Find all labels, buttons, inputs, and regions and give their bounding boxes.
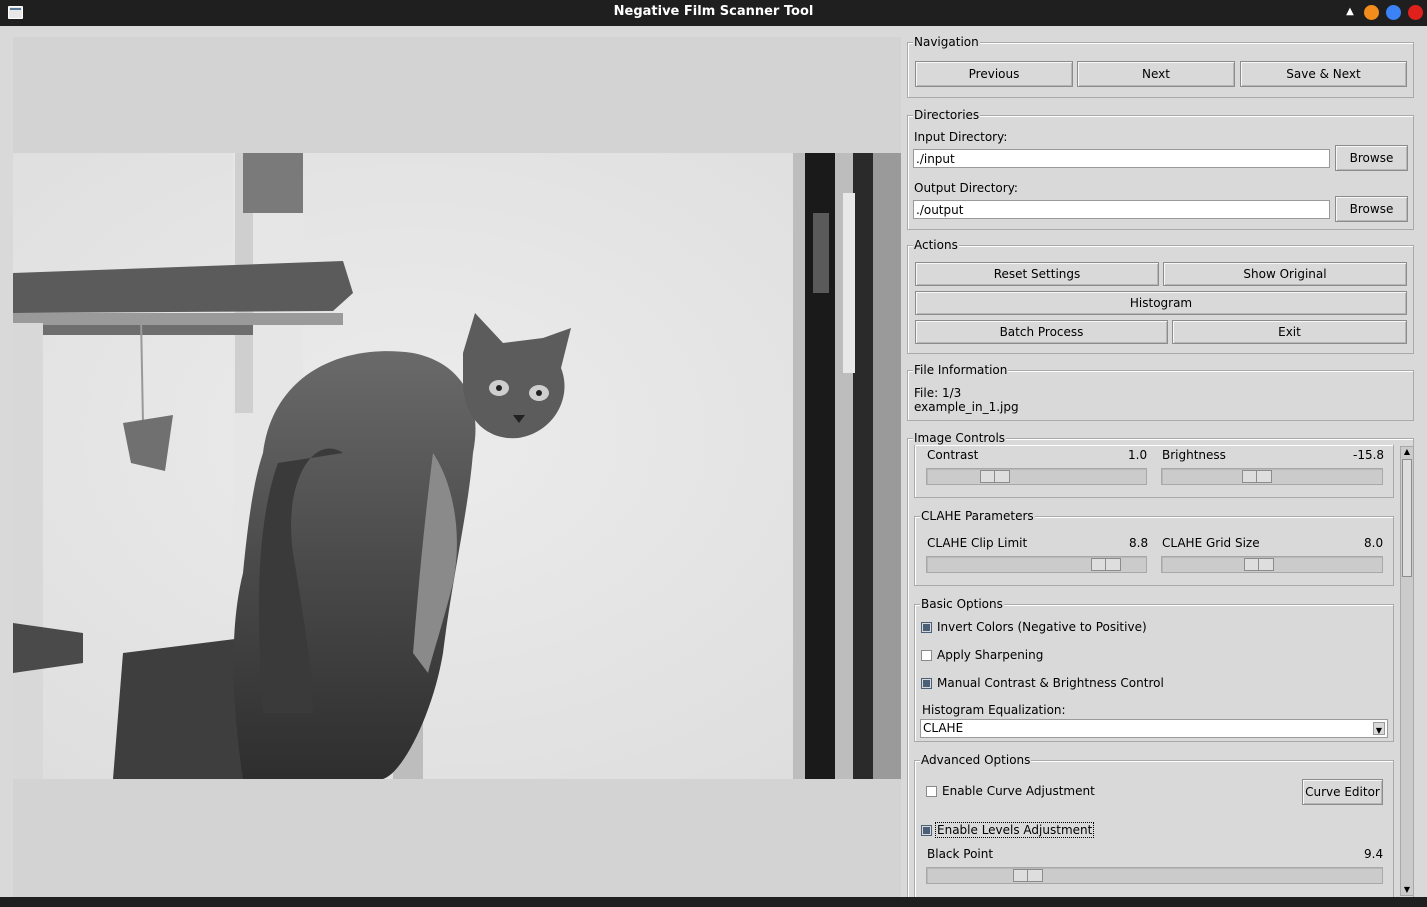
file-info-title: File Information [913,362,1009,378]
clahe-clip-label: CLAHE Clip Limit [927,536,1028,550]
advanced-options-title: Advanced Options [920,752,1032,768]
save-next-button[interactable]: Save & Next [1240,61,1407,87]
contrast-value: 1.0 [1128,448,1148,462]
scroll-down-icon[interactable]: ▼ [1402,885,1412,895]
black-point-slider-thumb[interactable] [1013,869,1043,882]
shade-triangle-icon[interactable]: ▲ [1344,6,1356,18]
black-point-label: Black Point [927,847,994,861]
curve-adjustment-label[interactable]: Enable Curve Adjustment [942,784,1095,798]
input-directory-label: Input Directory: [914,130,1008,144]
contrast-slider[interactable] [926,468,1147,485]
scrollbar-thumb[interactable] [1402,459,1412,577]
histogram-equalization-label: Histogram Equalization: [922,703,1066,717]
directories-title: Directories [913,107,981,123]
clahe-grid-label: CLAHE Grid Size [1162,536,1260,550]
clahe-frame: CLAHE Parameters [914,508,1394,586]
contrast-label: Contrast [927,448,979,462]
show-original-button[interactable]: Show Original [1163,262,1407,286]
cat-photo-graphic [13,153,901,779]
browse-input-button[interactable]: Browse [1335,145,1408,171]
brightness-slider-thumb[interactable] [1242,470,1272,483]
black-point-slider[interactable] [926,867,1383,884]
brightness-label: Brightness [1162,448,1226,462]
reset-settings-button[interactable]: Reset Settings [915,262,1159,286]
image-controls-scrollbar[interactable]: ▲ ▼ [1400,446,1414,896]
clahe-grid-value: 8.0 [1364,536,1384,550]
curve-editor-button[interactable]: Curve Editor [1302,779,1383,805]
histogram-equalization-select[interactable]: CLAHE ▼ [920,719,1388,738]
invert-colors-label[interactable]: Invert Colors (Negative to Positive) [937,620,1147,634]
file-name-text: example_in_1.jpg [914,400,1019,414]
brightness-slider[interactable] [1161,468,1383,485]
file-index-text: File: 1/3 [914,386,962,400]
next-button[interactable]: Next [1077,61,1235,87]
scroll-up-icon[interactable]: ▲ [1402,447,1412,457]
contrast-slider-thumb[interactable] [980,470,1010,483]
minimize-button[interactable] [1364,5,1379,20]
window-title: Negative Film Scanner Tool [613,4,814,19]
chevron-down-icon[interactable]: ▼ [1373,722,1385,735]
black-point-value: 9.4 [1364,847,1384,861]
input-directory-field[interactable] [913,149,1330,168]
histogram-button[interactable]: Histogram [915,291,1407,315]
invert-colors-checkbox[interactable] [921,622,932,633]
levels-adjustment-checkbox[interactable] [921,825,932,836]
maximize-button[interactable] [1386,5,1401,20]
apply-sharpening-checkbox[interactable] [921,650,932,661]
clahe-clip-slider-thumb[interactable] [1091,558,1121,571]
bottom-bar [0,897,1427,907]
histogram-equalization-value: CLAHE [923,721,964,735]
levels-adjustment-label[interactable]: Enable Levels Adjustment [935,822,1095,838]
apply-sharpening-label[interactable]: Apply Sharpening [937,648,1043,662]
actions-title: Actions [913,237,959,253]
exit-button[interactable]: Exit [1172,320,1407,344]
basic-options-title: Basic Options [920,596,1004,612]
title-bar: Negative Film Scanner Tool ▲ [0,0,1427,26]
previous-button[interactable]: Previous [915,61,1073,87]
browse-output-button[interactable]: Browse [1335,196,1408,222]
preview-image [13,153,901,779]
close-button[interactable] [1408,5,1423,20]
clahe-grid-slider[interactable] [1161,556,1383,573]
clahe-clip-value: 8.8 [1129,536,1149,550]
clahe-title: CLAHE Parameters [920,508,1035,524]
manual-contrast-label[interactable]: Manual Contrast & Brightness Control [937,676,1164,690]
navigation-title: Navigation [913,34,980,50]
curve-adjustment-checkbox[interactable] [926,786,937,797]
output-directory-label: Output Directory: [914,181,1018,195]
clahe-grid-slider-thumb[interactable] [1244,558,1274,571]
brightness-value: -15.8 [1353,448,1385,462]
image-controls-title: Image Controls [913,430,1007,446]
output-directory-field[interactable] [913,200,1330,219]
manual-contrast-checkbox[interactable] [921,678,932,689]
clahe-clip-slider[interactable] [926,556,1147,573]
batch-process-button[interactable]: Batch Process [915,320,1168,344]
